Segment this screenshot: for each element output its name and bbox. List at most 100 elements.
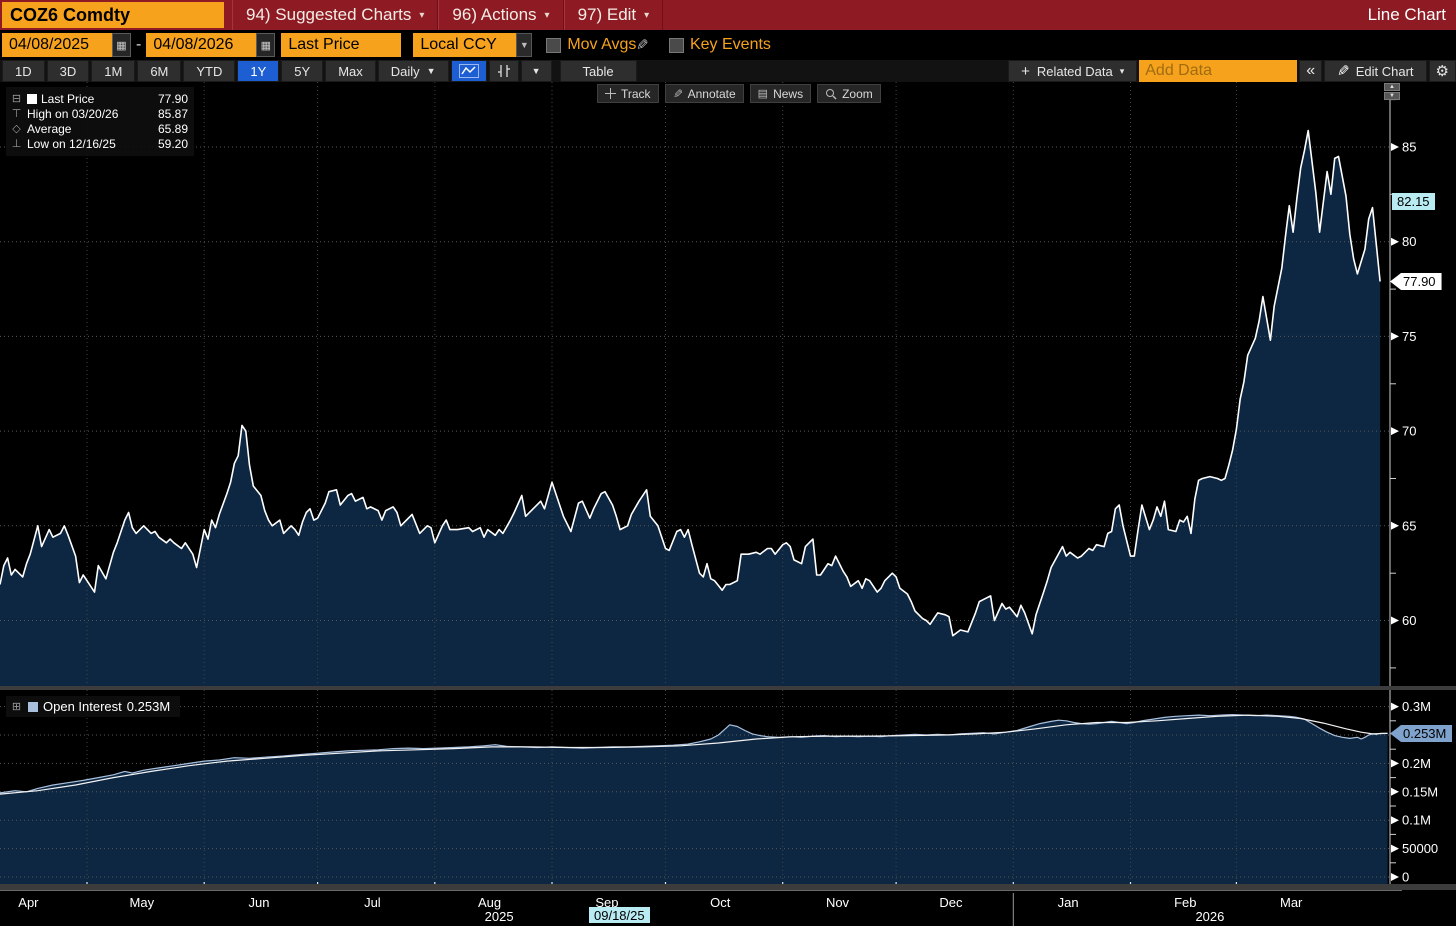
edit-pencil-icon[interactable]: ✎	[636, 36, 653, 54]
tick-arrow-icon	[1391, 521, 1399, 530]
mov-avgs-label: Mov Avgs	[567, 36, 637, 53]
security-ticker[interactable]: COZ6 Comdty	[2, 2, 224, 28]
menu-suggested-charts[interactable]: 94) Suggested Charts ▾	[232, 0, 439, 30]
x-axis-month-label: Dec	[939, 895, 963, 910]
date-from-input[interactable]	[2, 33, 112, 57]
legend-value: 65.89	[157, 121, 188, 136]
x-axis-year-label: 2025	[485, 909, 514, 924]
chart-type-dropdown[interactable]: ▼	[520, 60, 552, 82]
mov-avgs-checkbox[interactable]	[546, 37, 562, 53]
currency-select-arrow-icon[interactable]: ▼	[516, 33, 533, 57]
legend-value: 77.90	[157, 91, 188, 106]
chart-canvas: Apr May Jun Jul Aug Sep Oct Nov Dec Jan Feb Mar8580…	[0, 82, 1438, 926]
x-axis-month-label: Feb	[1174, 895, 1196, 910]
y-axis-label-price: 80	[1402, 234, 1416, 249]
y-axis-label-oi: 0.1M	[1402, 813, 1431, 828]
tick-arrow-icon	[1391, 787, 1399, 796]
chevron-down-icon: ▾	[644, 9, 650, 21]
high-marker-icon: ⊤	[11, 108, 22, 120]
chevron-down-icon: ▾	[544, 9, 550, 21]
bar-chart-type-button[interactable]	[488, 60, 519, 82]
chart-action-buttons: Track ✎ Annotate ▤ News Zoom	[597, 84, 881, 103]
oi-legend: ⊞ Open Interest 0.253M	[6, 696, 181, 717]
tick-arrow-icon	[1391, 143, 1399, 151]
plus-icon: +	[1021, 62, 1030, 80]
track-button[interactable]: Track	[597, 84, 659, 103]
period-select[interactable]: Daily ▼	[377, 60, 449, 82]
settings-gear-button[interactable]: ⚙	[1428, 60, 1456, 82]
panel-collapse-button[interactable]: ▼	[1384, 92, 1400, 100]
date-to-input[interactable]	[146, 33, 257, 57]
range-button-5y[interactable]: 5Y	[281, 60, 324, 82]
average-marker-icon: ◇	[12, 123, 21, 135]
legend-row-average: ◇ Average 65.89	[10, 121, 188, 136]
y-axis-label-oi: 0.3M	[1402, 699, 1431, 714]
tick-arrow-icon	[1391, 332, 1399, 341]
annotate-pencil-icon: ✎	[672, 86, 683, 101]
range-button-3d[interactable]: 3D	[46, 60, 90, 82]
x-axis-month-label: Oct	[710, 895, 731, 910]
legend-row-high: ⊤ High on 03/20/26 85.87	[10, 106, 188, 121]
range-button-max[interactable]: Max	[325, 60, 376, 82]
calendar-icon[interactable]: ▦	[112, 33, 131, 57]
tick-arrow-icon	[1391, 844, 1399, 853]
range-button-ytd[interactable]: YTD	[183, 60, 236, 82]
panel-resize-widget: ▲ ▼	[1384, 83, 1400, 101]
x-axis-month-label: Mar	[1280, 895, 1303, 910]
menu-edit[interactable]: 97) Edit ▾	[563, 0, 664, 30]
legend-row-last-price[interactable]: ⊟ Last Price 77.90	[10, 91, 188, 106]
tick-arrow-icon	[1391, 759, 1399, 768]
bloomberg-chart-window: COZ6 Comdty 94) Suggested Charts ▾ 96) A…	[0, 0, 1456, 926]
chevron-down-icon: ▾	[1119, 65, 1125, 76]
currency-select[interactable]: Local CCY	[413, 33, 517, 57]
legend-label: Last Price	[41, 91, 95, 106]
y-axis-label-price: 75	[1402, 329, 1416, 344]
add-data-input[interactable]	[1139, 60, 1298, 82]
line-chart-icon	[458, 64, 479, 78]
field-select[interactable]: Last Price	[281, 33, 402, 57]
collapse-panel-button[interactable]: «	[1299, 60, 1323, 82]
range-button-1d[interactable]: 1D	[2, 60, 45, 82]
key-events-label: Key Events	[689, 36, 771, 53]
legend-row-low: ⊥ Low on 12/16/25 59.20	[10, 136, 188, 151]
chevron-down-icon: ▾	[419, 9, 425, 21]
x-axis-month-label: Apr	[18, 895, 39, 910]
last-price-swatch	[27, 93, 37, 104]
calendar-icon[interactable]: ▦	[256, 33, 276, 57]
tick-arrow-icon	[1391, 702, 1399, 711]
news-button[interactable]: ▤ News	[749, 84, 812, 103]
ohlc-bars-icon	[497, 65, 510, 77]
x-axis-month-label: Jun	[249, 895, 270, 910]
edit-chart-button[interactable]: ✎ Edit Chart	[1324, 60, 1427, 82]
last-price-badge: 77.90	[1390, 273, 1442, 290]
panel-expand-button[interactable]: ▲	[1384, 83, 1400, 91]
oi-legend-value: 0.253M	[126, 699, 171, 714]
range-button-1m[interactable]: 1M	[91, 60, 136, 82]
legend-expand-icon[interactable]: ⊞	[10, 700, 23, 713]
title-bar: COZ6 Comdty 94) Suggested Charts ▾ 96) A…	[0, 0, 1456, 30]
track-crosshair-icon	[605, 88, 616, 99]
range-button-1y[interactable]: 1Y	[237, 60, 280, 82]
line-chart-type-button[interactable]	[450, 60, 487, 82]
table-button[interactable]: Table	[559, 60, 637, 82]
range-button-group: 1D 3D 1M 6M YTD 1Y 5Y Max	[2, 60, 376, 82]
gear-icon: ⚙	[1435, 63, 1449, 80]
tick-arrow-icon	[1391, 816, 1399, 825]
panel-divider[interactable]	[0, 686, 1456, 690]
oi-area-fill	[0, 714, 1388, 884]
main-chart-legend: ⊟ Last Price 77.90 ⊤ High on 03/20/26 85…	[6, 87, 194, 156]
annotate-button[interactable]: ✎ Annotate	[664, 84, 744, 103]
chart-region: Apr May Jun Jul Aug Sep Oct Nov Dec Jan Feb Mar 85 80…	[0, 82, 1456, 926]
menu-actions[interactable]: 96) Actions ▾	[438, 0, 564, 30]
zoom-button[interactable]: Zoom	[817, 84, 881, 103]
oi-legend-label: Open Interest	[43, 699, 122, 714]
view-title: Line Chart	[1367, 5, 1446, 24]
key-events-checkbox[interactable]	[668, 37, 684, 53]
range-button-6m[interactable]: 6M	[137, 60, 182, 82]
y-axis-label-price: 85	[1402, 140, 1416, 155]
y-axis-label-oi: 0.2M	[1402, 756, 1431, 771]
legend-collapse-icon[interactable]: ⊟	[10, 92, 23, 105]
tick-arrow-icon	[1391, 427, 1399, 436]
tick-arrow-icon	[1391, 873, 1399, 881]
related-data-button[interactable]: + Related Data ▾	[1008, 60, 1138, 82]
